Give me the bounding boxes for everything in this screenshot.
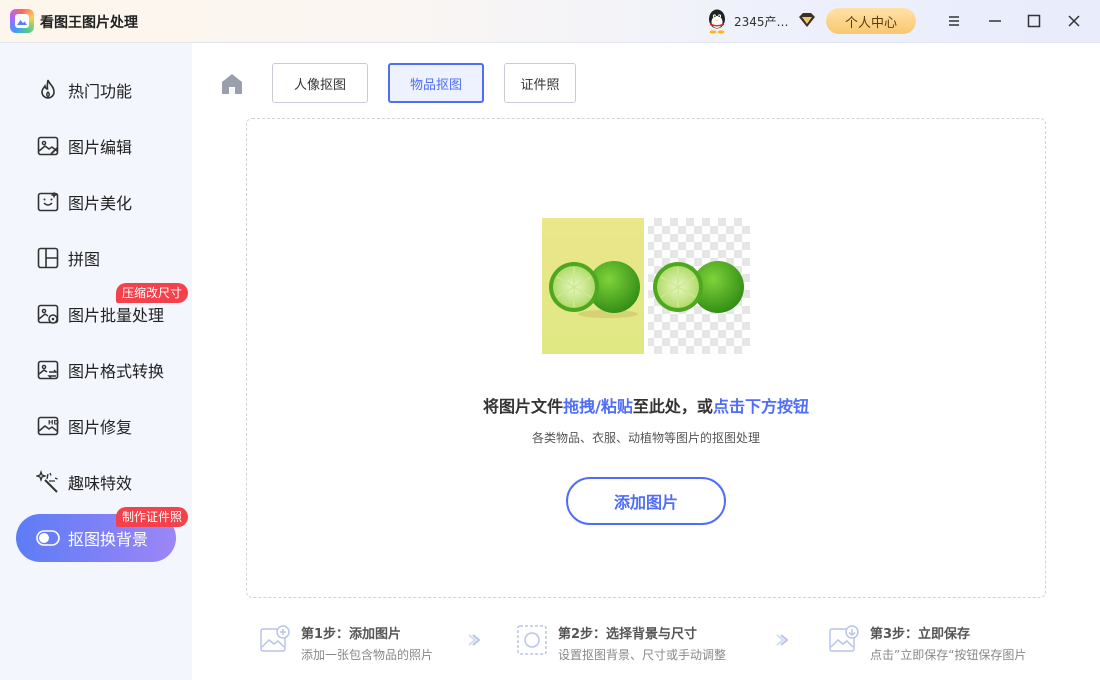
save-step-icon xyxy=(829,625,859,652)
sidebar-item-label: 热门功能 xyxy=(68,82,133,101)
background-size-step-icon xyxy=(517,625,547,655)
step-3-title: 第3步：立即保存 xyxy=(870,627,971,642)
hd-repair-icon: HD xyxy=(36,414,60,438)
step-1-desc: 添加一张包含物品的照片 xyxy=(301,648,434,662)
chevron-right-icon xyxy=(776,634,789,646)
sidebar-item-fun-effects[interactable]: 趣味特效 xyxy=(16,458,176,506)
tab-object-cutout[interactable]: 物品抠图 xyxy=(388,63,484,103)
close-icon[interactable] xyxy=(1063,10,1085,32)
title-bar: 看图王图片处理 2345产… 个人中心 xyxy=(0,0,1100,43)
svg-text:HD: HD xyxy=(48,419,59,427)
sidebar-item-image-beautify[interactable]: 图片美化 xyxy=(16,178,176,226)
app-logo-icon xyxy=(10,9,34,33)
sidebar-item-image-edit[interactable]: 图片编辑 xyxy=(16,122,176,170)
step-2-title: 第2步：选择背景与尺寸 xyxy=(558,627,698,642)
qq-avatar-icon[interactable] xyxy=(705,8,729,34)
personal-center-button[interactable]: 个人中心 xyxy=(826,8,916,34)
format-convert-icon xyxy=(36,358,60,382)
drag-paste-highlight: 拖拽/粘贴 xyxy=(563,397,633,416)
app-title: 看图王图片处理 xyxy=(40,15,138,31)
sidebar-item-label: 拼图 xyxy=(68,250,101,269)
sidebar-item-collage[interactable]: 拼图 xyxy=(16,234,176,282)
sidebar-item-image-repair[interactable]: HD 图片修复 xyxy=(16,402,176,450)
batch-image-icon xyxy=(36,302,60,326)
vip-diamond-icon[interactable] xyxy=(797,11,817,29)
magic-wand-icon xyxy=(34,469,60,494)
sidebar-item-label: 抠图换背景 xyxy=(68,530,149,549)
minimize-icon[interactable] xyxy=(984,10,1006,32)
flame-icon xyxy=(36,78,60,102)
beautify-icon xyxy=(36,190,60,214)
sidebar-item-hot-features[interactable]: 热门功能 xyxy=(16,66,176,114)
sidebar-item-label: 图片美化 xyxy=(68,194,133,213)
compress-resize-badge: 压缩改尺寸 xyxy=(116,283,189,303)
drop-text: 将图片文件 xyxy=(483,397,564,416)
id-photo-badge: 制作证件照 xyxy=(116,507,189,527)
tab-portrait-cutout[interactable]: 人像抠图 xyxy=(272,63,368,103)
add-image-button[interactable]: 添加图片 xyxy=(566,477,726,525)
menu-icon[interactable] xyxy=(943,10,965,32)
home-icon[interactable] xyxy=(220,72,244,96)
drop-instruction: 将图片文件拖拽/粘贴至此处，或点击下方按钮 xyxy=(246,393,1046,417)
drop-text: 至此处，或 xyxy=(632,397,713,416)
sidebar-item-label: 图片修复 xyxy=(68,418,133,437)
collage-icon xyxy=(36,246,60,270)
add-image-step-icon xyxy=(260,625,290,652)
sidebar-item-label: 图片格式转换 xyxy=(68,362,165,381)
chevron-right-icon xyxy=(468,634,481,646)
step-1-title: 第1步：添加图片 xyxy=(301,627,402,642)
sidebar-item-format-convert[interactable]: 图片格式转换 xyxy=(16,346,176,394)
sidebar-item-label: 趣味特效 xyxy=(68,474,133,493)
toggle-icon xyxy=(36,526,60,550)
step-3-desc: 点击”立即保存“按钮保存图片 xyxy=(870,648,1027,662)
step-2-desc: 设置抠图背景、尺寸或手动调整 xyxy=(558,648,727,662)
drop-zone[interactable] xyxy=(246,118,1046,598)
maximize-icon[interactable] xyxy=(1023,10,1045,32)
click-button-highlight: 点击下方按钮 xyxy=(712,397,809,416)
cutout-preview-image xyxy=(542,218,750,354)
user-name[interactable]: 2345产… xyxy=(734,13,789,30)
sidebar-item-label: 图片编辑 xyxy=(68,138,133,157)
image-edit-icon xyxy=(36,134,60,158)
sidebar-item-label: 图片批量处理 xyxy=(68,306,165,325)
drop-subtitle: 各类物品、衣服、动植物等图片的抠图处理 xyxy=(531,431,760,445)
tab-id-photo[interactable]: 证件照 xyxy=(504,63,576,103)
